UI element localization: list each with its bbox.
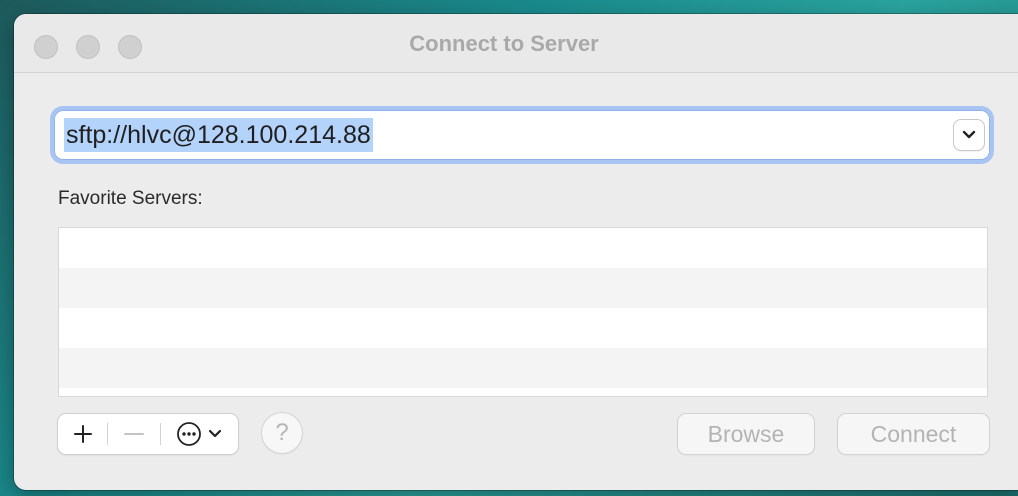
chevron-down-icon [962,130,976,139]
browse-button[interactable]: Browse [678,414,814,454]
favorites-action-control [58,414,238,454]
connect-button[interactable]: Connect [838,414,989,454]
connect-to-server-window: Connect to Server sftp://hlvc@128.100.21… [14,14,1018,490]
window-title: Connect to Server [409,31,599,56]
favorite-options-menu-button[interactable] [161,414,238,454]
plus-icon [73,425,92,443]
minus-icon [124,433,145,435]
favorite-servers-label: Favorite Servers: [58,188,203,209]
ellipsis-circle-icon [177,422,202,446]
server-address-combobox[interactable]: sftp://hlvc@128.100.214.88 [54,110,990,160]
help-button[interactable]: ? [262,413,302,453]
add-favorite-button[interactable] [58,414,107,454]
favorite-servers-list[interactable] [58,227,988,397]
remove-favorite-button[interactable] [108,414,159,454]
chevron-down-icon [209,429,222,438]
list-item[interactable] [59,308,987,348]
server-address-input[interactable]: sftp://hlvc@128.100.214.88 [64,118,373,152]
title-bar: Connect to Server [14,14,1018,73]
list-item[interactable] [59,348,987,388]
recent-servers-dropdown-button[interactable] [954,120,984,150]
list-item[interactable] [59,228,987,268]
list-item[interactable] [59,268,987,308]
list-item[interactable] [59,388,987,396]
